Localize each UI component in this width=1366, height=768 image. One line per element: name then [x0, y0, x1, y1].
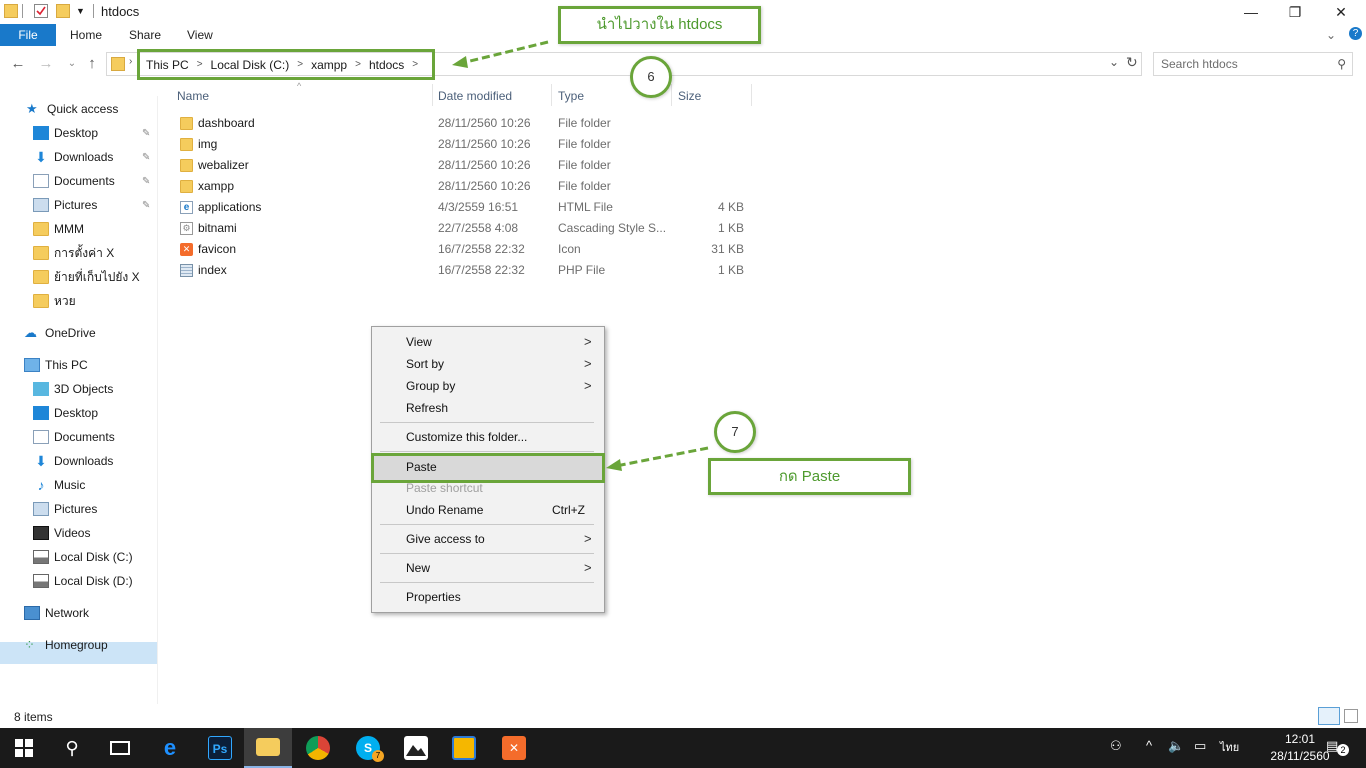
taskbar-skype[interactable]: S 7	[344, 728, 392, 768]
arrow-to-breadcrumb	[461, 40, 549, 65]
chrome-icon	[306, 736, 330, 760]
taskbar-photos[interactable]	[392, 728, 440, 768]
show-hidden-icons-chevron-icon[interactable]: ^	[1146, 738, 1152, 753]
windows-icon	[15, 739, 33, 757]
clock[interactable]: 12:01 28/11/2560	[1270, 731, 1330, 765]
taskbar-chrome[interactable]	[294, 728, 342, 768]
status-item-count: 8 items	[14, 710, 53, 724]
task-view-button[interactable]	[96, 728, 144, 768]
large-icons-view-icon[interactable]	[1344, 709, 1358, 723]
annotation-arrows	[452, 40, 709, 471]
edge-icon: e	[163, 735, 177, 760]
taskbar-xampp[interactable]: ✕	[490, 728, 538, 768]
xampp-icon: ✕	[502, 736, 526, 760]
callout-step6-text: นำไปวางใน htdocs	[558, 6, 761, 44]
clock-time: 12:01	[1284, 732, 1316, 746]
file-explorer-icon	[256, 738, 280, 756]
volume-icon[interactable]: 🔈	[1168, 738, 1184, 754]
callout-step7-text: กด Paste	[708, 458, 911, 495]
search-icon[interactable]: ⚲	[48, 728, 96, 768]
taskbar-photoshop[interactable]: Ps	[196, 728, 244, 768]
photoshop-icon: Ps	[208, 736, 232, 760]
file-explorer-screen: ▼ htdocs — ❐ ✕ File Home Share View ⌄ ? …	[0, 0, 1366, 768]
taskbar-edge[interactable]: e	[146, 728, 194, 768]
taskbar-file-explorer[interactable]	[244, 728, 292, 768]
photos-icon	[404, 736, 428, 760]
taskbar: ⚲ e Ps S 7 ✕ ⚇ ^ 🔈 ▭ ไทย 12:01 28/11/256…	[0, 728, 1366, 768]
people-icon[interactable]: ⚇	[1110, 738, 1122, 754]
network-status-icon[interactable]: ▭	[1194, 738, 1206, 754]
app-icon	[452, 736, 476, 760]
arrowhead-paste	[606, 459, 622, 471]
notification-count-badge: 2	[1337, 744, 1349, 756]
clock-date: 28/11/2560	[1270, 749, 1330, 763]
step6-badge: 6	[630, 56, 672, 98]
step7-badge: 7	[714, 411, 756, 453]
arrowhead-breadcrumb	[452, 56, 468, 68]
details-view-icon[interactable]	[1318, 707, 1340, 725]
input-language[interactable]: ไทย	[1220, 738, 1239, 756]
taskbar-app[interactable]	[440, 728, 488, 768]
start-button[interactable]	[0, 728, 48, 768]
arrow-to-paste	[615, 446, 709, 468]
task-view-icon	[110, 741, 130, 755]
skype-badge: 7	[372, 750, 384, 762]
